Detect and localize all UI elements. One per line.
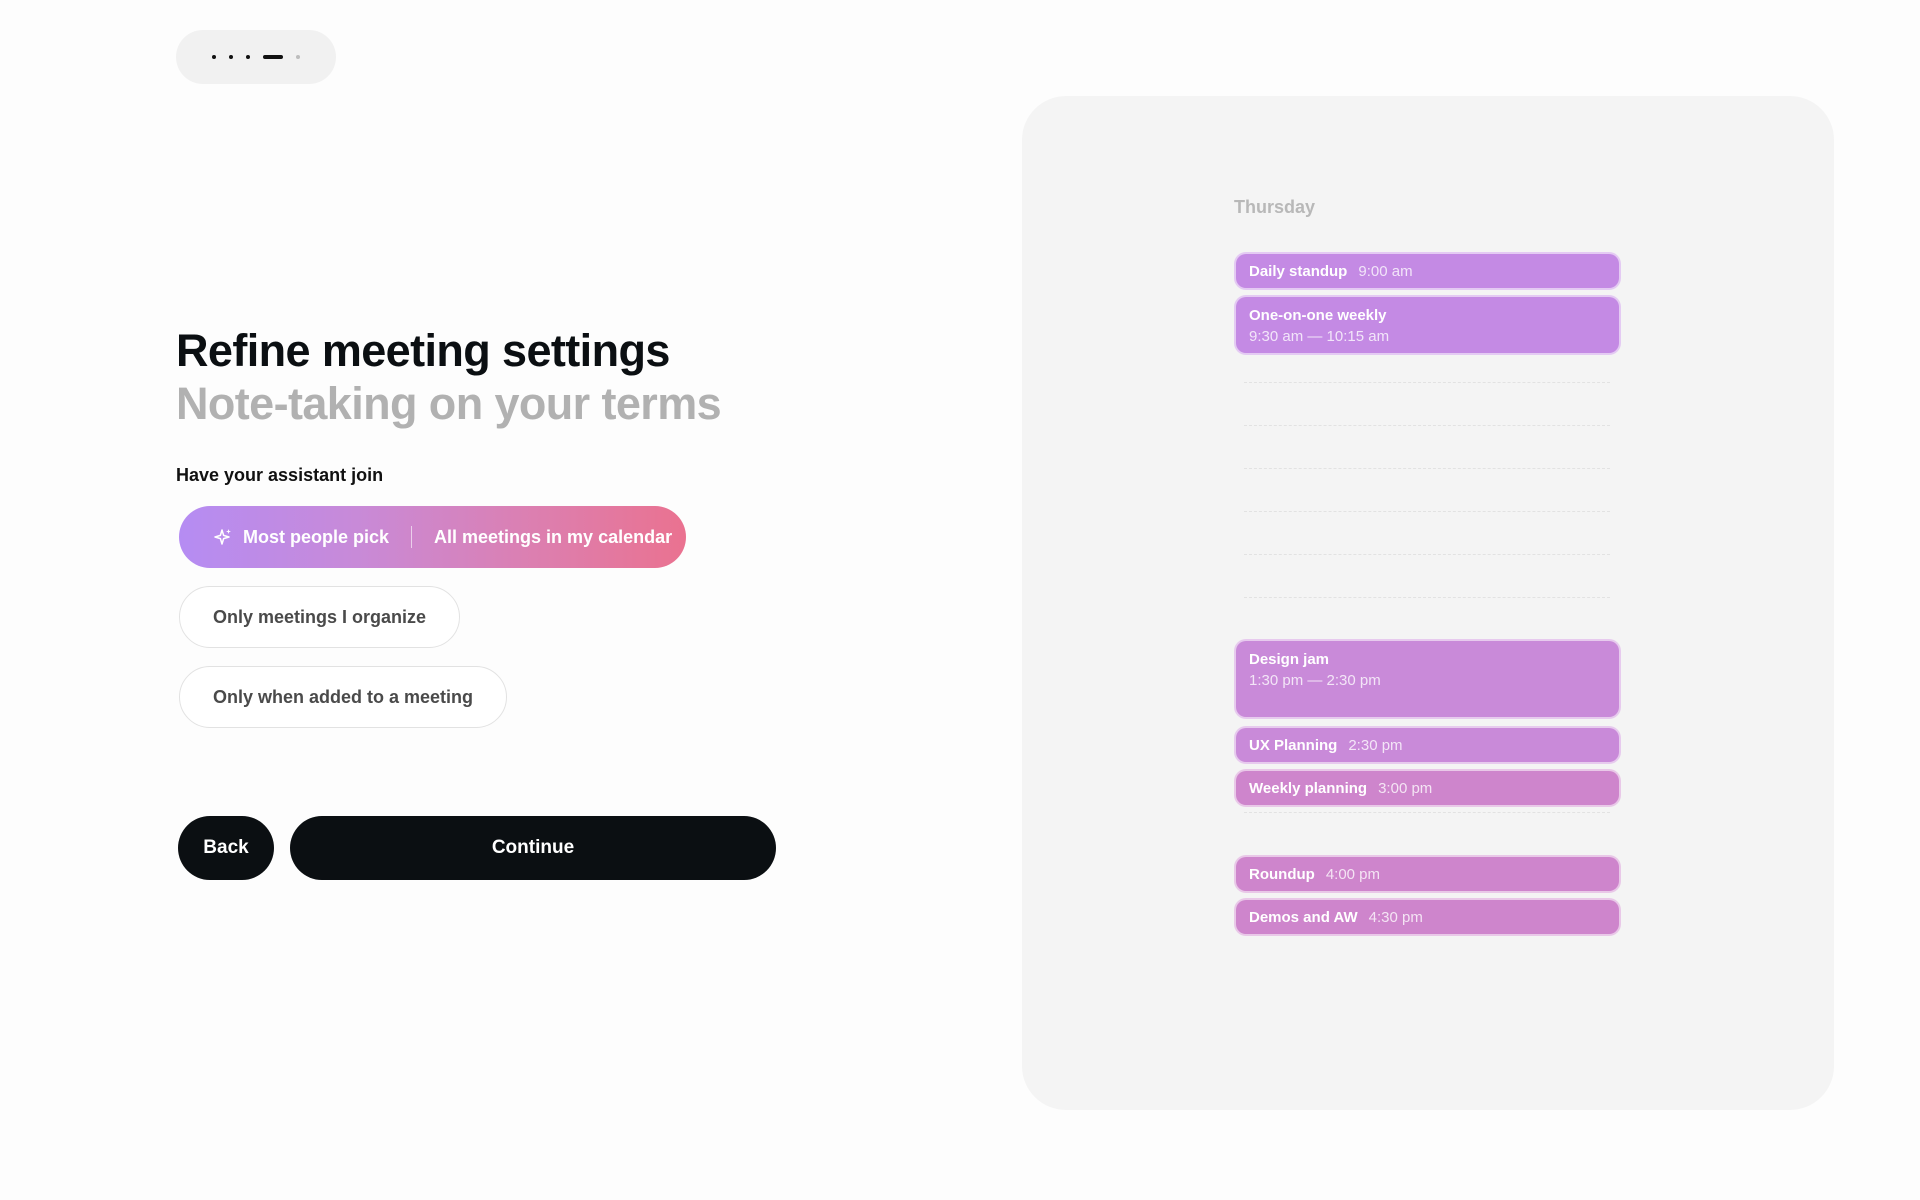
sparkle-icon	[213, 527, 233, 547]
event-time: 3:00 pm	[1378, 779, 1433, 797]
event-time: 2:30 pm	[1348, 736, 1403, 754]
join-section-label: Have your assistant join	[176, 465, 384, 485]
option-only-added[interactable]: Only when added to a meeting	[179, 666, 508, 728]
event-title: Design jam	[1249, 651, 1330, 668]
calendar-event: Demos and AW 4:30 pm	[1234, 898, 1621, 936]
event-time: 4:30 pm	[1368, 908, 1423, 926]
calendar-event: Roundup 4:00 pm	[1234, 855, 1621, 893]
calendar-event: Weekly planning 3:00 pm	[1234, 769, 1621, 807]
calendar-event: UX Planning 2:30 pm	[1234, 726, 1621, 764]
event-title: Weekly planning	[1249, 779, 1368, 797]
calendar-gridline	[1244, 468, 1610, 469]
event-time: 9:30 am — 10:15 am	[1249, 328, 1390, 345]
step-dot	[296, 55, 300, 59]
event-title: Roundup	[1249, 865, 1315, 883]
recommended-badge: Most people pick	[243, 526, 390, 547]
page-subtitle: Note-taking on your terms	[176, 378, 722, 429]
event-title: One-on-one weekly	[1249, 307, 1387, 324]
calendar-preview-panel	[1022, 96, 1834, 1110]
calendar-gridline	[1244, 382, 1610, 383]
event-time: 1:30 pm — 2:30 pm	[1249, 672, 1381, 689]
calendar-gridline	[1244, 425, 1610, 426]
calendar-gridline	[1244, 554, 1610, 555]
calendar-event: One-on-one weekly 9:30 am — 10:15 am	[1234, 295, 1621, 355]
option-label: All meetings in my calendar	[434, 526, 673, 547]
continue-button[interactable]: Continue	[290, 816, 776, 880]
progress-stepper	[176, 30, 336, 84]
event-title: Demos and AW	[1249, 908, 1358, 926]
event-time: 4:00 pm	[1325, 865, 1381, 883]
calendar-event: Design jam 1:30 pm — 2:30 pm	[1234, 639, 1621, 719]
event-title: Daily standup	[1249, 262, 1348, 280]
calendar-day-label: Thursday	[1234, 197, 1316, 217]
calendar-gridline	[1244, 511, 1610, 512]
option-divider	[411, 526, 413, 548]
step-dot-current	[263, 55, 283, 59]
calendar-gridline	[1244, 597, 1610, 598]
calendar-event: Daily standup 9:00 am	[1234, 252, 1621, 290]
step-dot	[212, 55, 216, 59]
event-time: 9:00 am	[1358, 262, 1413, 280]
page-title: Refine meeting settings	[176, 325, 670, 376]
step-dot	[229, 55, 233, 59]
event-title: UX Planning	[1249, 736, 1338, 754]
option-only-organize[interactable]: Only meetings I organize	[179, 586, 461, 648]
back-button[interactable]: Back	[178, 816, 274, 880]
option-all-meetings[interactable]: Most people pick All meetings in my cale…	[179, 506, 686, 568]
onboarding-page: Refine meeting settings Note-taking on y…	[0, 0, 1920, 1200]
step-dot	[246, 55, 250, 59]
calendar-gridline	[1244, 812, 1610, 813]
